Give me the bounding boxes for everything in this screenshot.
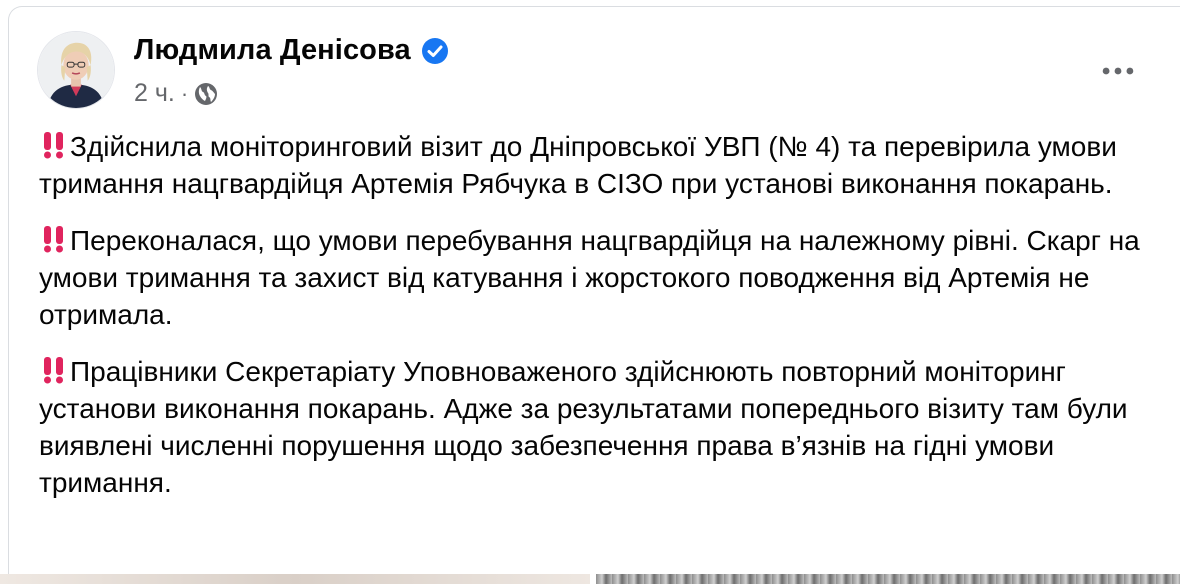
double-exclamation-emoji-icon xyxy=(39,131,69,159)
globe-icon[interactable] xyxy=(194,82,218,106)
post-photo-1[interactable] xyxy=(0,574,590,584)
avatar-portrait-icon xyxy=(38,32,114,108)
author-name[interactable]: Людмила Денісова xyxy=(134,34,411,67)
post-photos-preview[interactable] xyxy=(0,574,1180,584)
avatar[interactable] xyxy=(37,31,115,109)
post-paragraph-3: Працівники Секретаріату Уповноваженого з… xyxy=(39,353,1159,501)
paragraph-text: Здійснила моніторинговий візит до Дніпро… xyxy=(39,131,1117,199)
post-timestamp[interactable]: 2 ч. xyxy=(134,79,175,108)
more-options-icon xyxy=(1102,67,1134,75)
post-photo-2[interactable] xyxy=(596,574,1180,584)
double-exclamation-emoji-icon xyxy=(39,225,69,253)
post-paragraph-2: Переконалася, що умови перебування нацгв… xyxy=(39,222,1159,333)
paragraph-text: Переконалася, що умови перебування нацгв… xyxy=(39,225,1140,330)
double-exclamation-emoji-icon xyxy=(39,356,69,384)
post-text: Здійснила моніторинговий візит до Дніпро… xyxy=(39,128,1159,521)
post-paragraph-1: Здійснила моніторинговий візит до Дніпро… xyxy=(39,128,1159,202)
post-card: Людмила Денісова 2 ч. · Здійснила моніто… xyxy=(8,6,1180,584)
author-row: Людмила Денісова xyxy=(134,34,449,67)
post-meta: 2 ч. · xyxy=(134,79,218,108)
verified-badge-icon xyxy=(421,37,449,65)
more-options-button[interactable] xyxy=(1094,51,1142,91)
meta-separator: · xyxy=(180,80,189,106)
paragraph-text: Працівники Секретаріату Уповноваженого з… xyxy=(39,356,1128,498)
